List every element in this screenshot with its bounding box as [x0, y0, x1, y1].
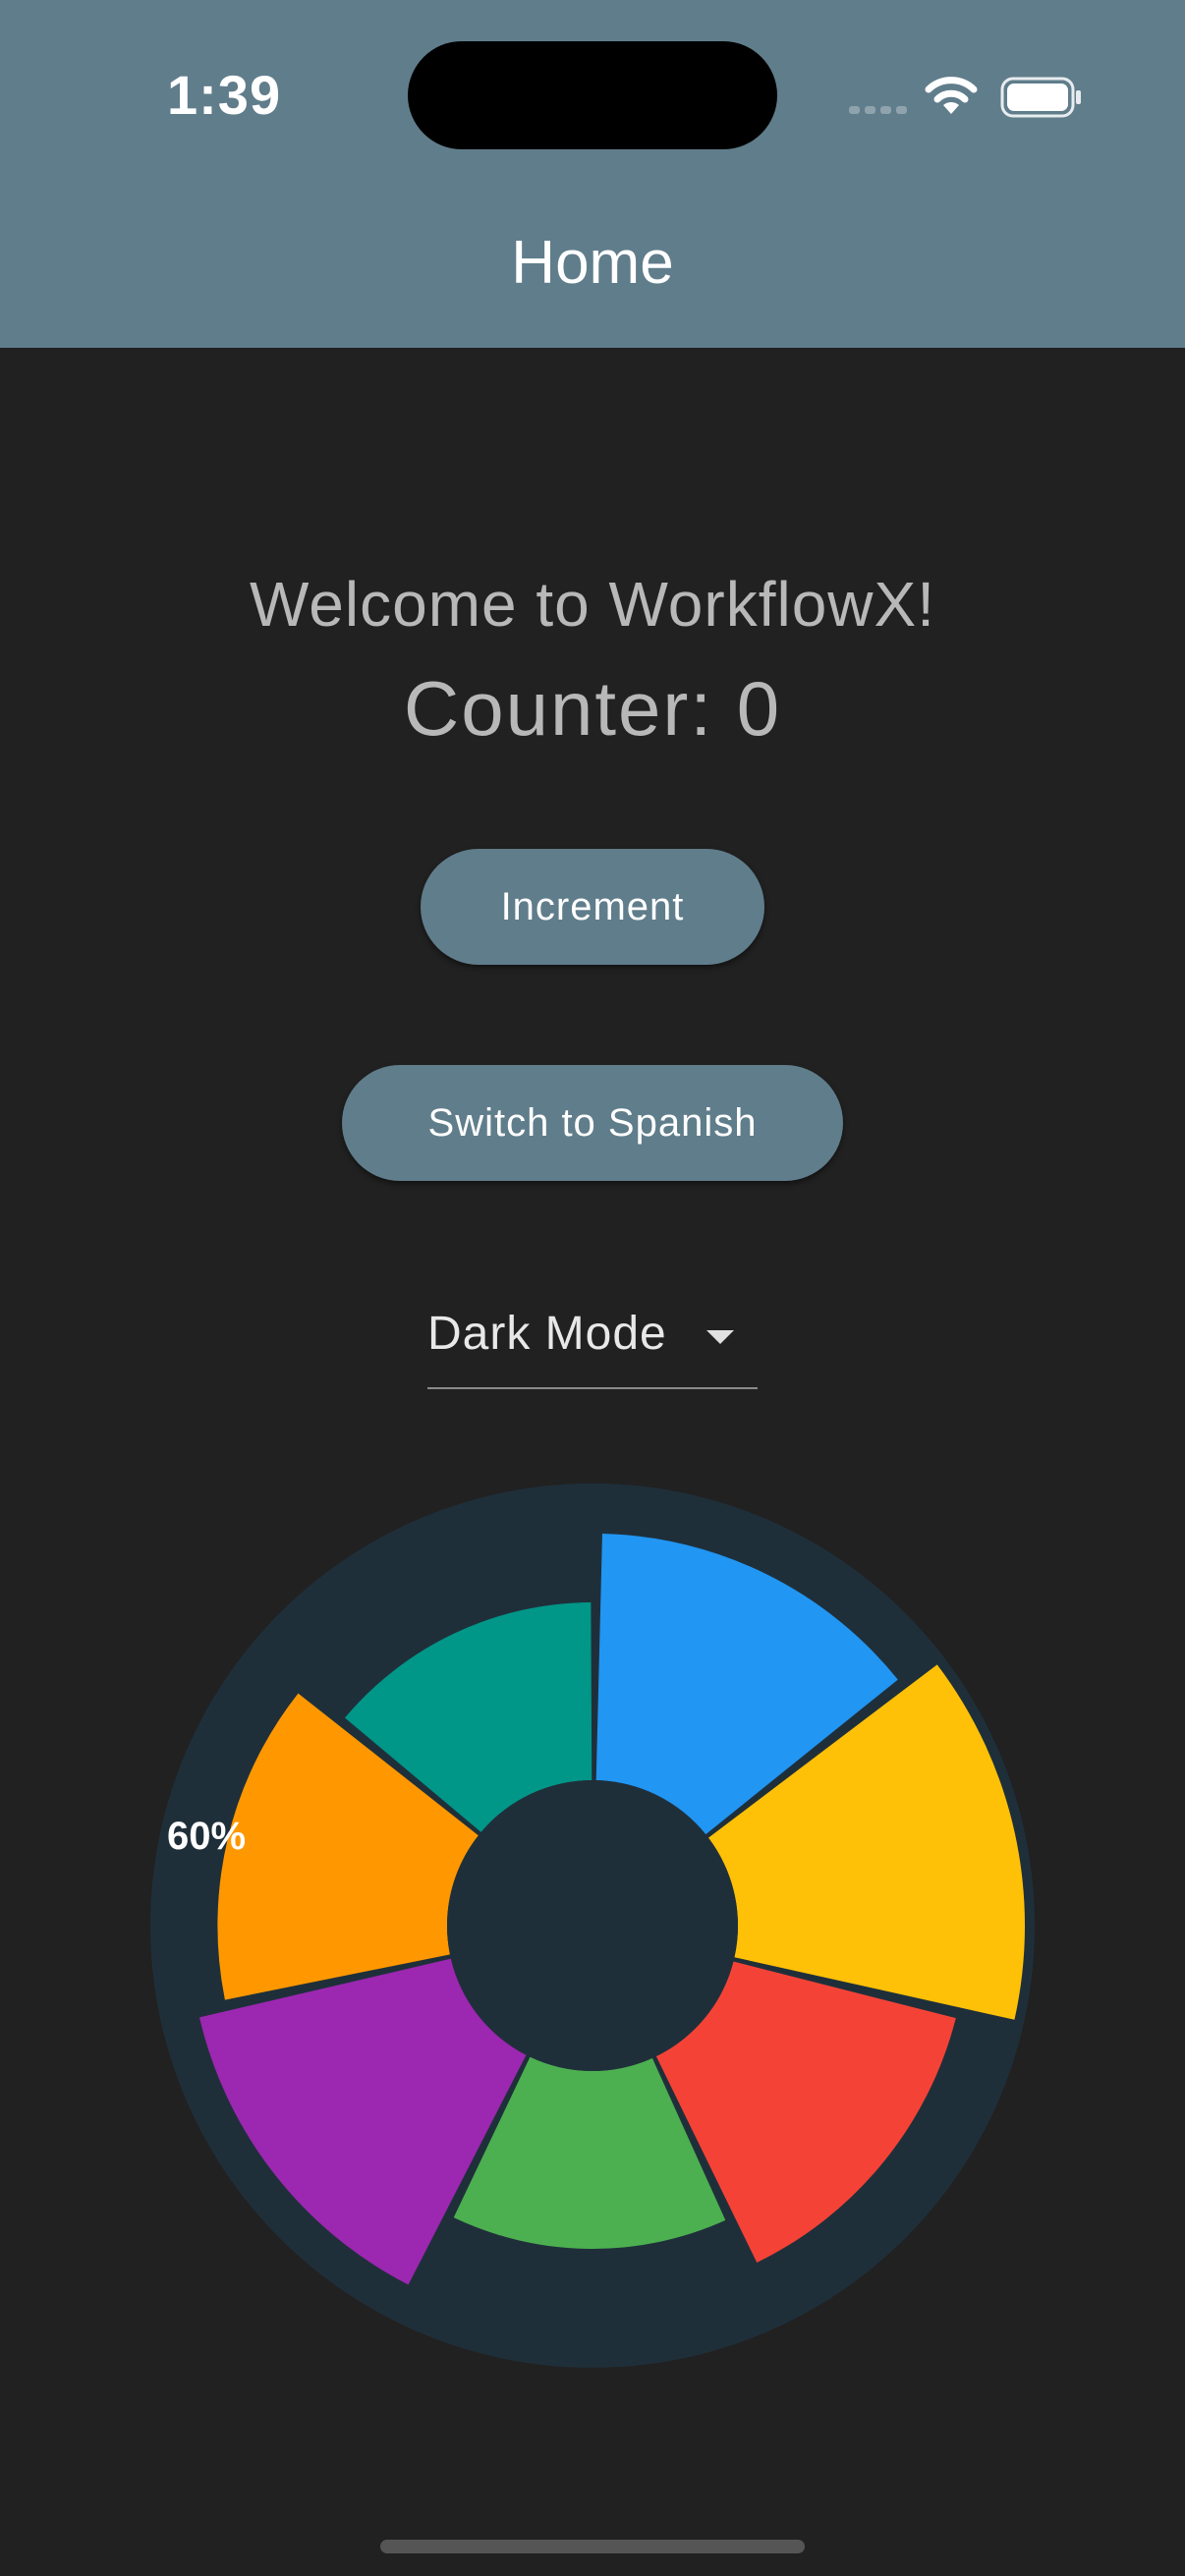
chart-data-label: 60%	[167, 1815, 246, 1858]
polar-area-chart: 60%	[150, 1484, 1035, 2368]
theme-dropdown[interactable]: Dark Mode	[427, 1307, 758, 1389]
status-time: 1:39	[167, 64, 282, 126]
chart-center-hole	[447, 1780, 738, 2071]
theme-dropdown-value: Dark Mode	[427, 1308, 667, 1360]
increment-button[interactable]: Increment	[421, 849, 764, 965]
chevron-down-icon	[706, 1330, 734, 1344]
increment-button-label: Increment	[500, 884, 685, 928]
home-indicator	[380, 2540, 805, 2553]
dynamic-island	[408, 41, 777, 149]
battery-icon	[1000, 77, 1081, 118]
app-bar: 1:39 Home	[0, 0, 1185, 348]
counter-text: Counter: 0	[403, 665, 782, 752]
welcome-text: Welcome to WorkflowX!	[250, 569, 935, 640]
wifi-icon	[925, 77, 978, 114]
switch-language-button[interactable]: Switch to Spanish	[342, 1065, 843, 1181]
switch-language-button-label: Switch to Spanish	[427, 1100, 758, 1145]
page-title: Home	[511, 229, 674, 297]
signal-icon	[849, 106, 907, 114]
